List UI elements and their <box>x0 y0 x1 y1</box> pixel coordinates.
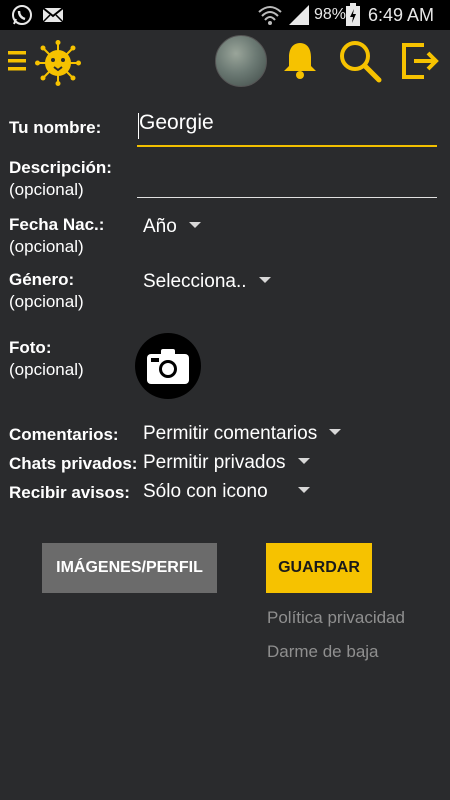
images-profile-button[interactable]: IMÁGENES/PERFIL <box>42 543 217 593</box>
clock: 6:49 AM <box>368 5 435 25</box>
description-label: Descripción: (opcional) <box>9 158 112 199</box>
battery-icon <box>346 3 360 32</box>
dropdown-caret-icon <box>297 458 310 465</box>
name-input-underline <box>137 145 437 147</box>
search-icon[interactable] <box>338 39 382 88</box>
private-chats-dropdown[interactable]: Permitir privados <box>143 452 310 474</box>
privacy-policy-link[interactable]: Política privacidad <box>267 608 405 628</box>
birth-label: Fecha Nac.: (opcional) <box>9 215 105 256</box>
mail-icon <box>41 3 65 32</box>
birth-year-dropdown[interactable]: Año <box>143 216 201 238</box>
comments-label: Comentarios: <box>9 425 119 444</box>
notices-dropdown[interactable]: Sólo con icono <box>143 481 310 503</box>
whatsapp-icon <box>10 3 34 32</box>
menu-icon[interactable] <box>8 51 26 78</box>
signal-icon <box>287 3 311 32</box>
dropdown-caret-icon <box>188 222 201 229</box>
logout-icon[interactable] <box>400 42 440 85</box>
gender-value: Selecciona.. <box>143 271 247 292</box>
save-button[interactable]: GUARDAR <box>266 543 372 593</box>
comments-value: Permitir comentarios <box>143 423 318 444</box>
dropdown-caret-icon <box>258 277 271 284</box>
wifi-icon <box>257 3 283 32</box>
birth-year-value: Año <box>143 216 177 237</box>
app-bar <box>0 30 450 94</box>
notices-label: Recibir avisos: <box>9 483 130 502</box>
battery-percent: 98% <box>314 6 347 23</box>
lion-logo-icon[interactable] <box>35 40 81 91</box>
text-cursor <box>138 113 139 139</box>
gender-label: Género: (opcional) <box>9 270 84 311</box>
avatar[interactable] <box>215 35 267 87</box>
private-chats-value: Permitir privados <box>143 452 286 473</box>
photo-camera-button[interactable] <box>135 333 201 399</box>
name-label: Tu nombre: <box>9 118 102 137</box>
status-bar: 98% 6:49 AM <box>0 0 450 30</box>
notices-value: Sólo con icono <box>143 481 268 502</box>
description-input[interactable] <box>139 170 435 194</box>
photo-label: Foto: (opcional) <box>9 338 84 379</box>
private-chats-label: Chats privados: <box>9 454 138 473</box>
dropdown-caret-icon <box>329 429 342 436</box>
dropdown-caret-icon <box>297 487 310 494</box>
description-input-underline <box>137 197 437 198</box>
camera-icon <box>147 348 189 389</box>
unsubscribe-link[interactable]: Darme de baja <box>267 642 379 662</box>
name-input[interactable]: Georgie <box>139 111 214 135</box>
bell-icon[interactable] <box>282 40 318 85</box>
gender-dropdown[interactable]: Selecciona.. <box>143 271 271 293</box>
comments-dropdown[interactable]: Permitir comentarios <box>143 423 342 445</box>
